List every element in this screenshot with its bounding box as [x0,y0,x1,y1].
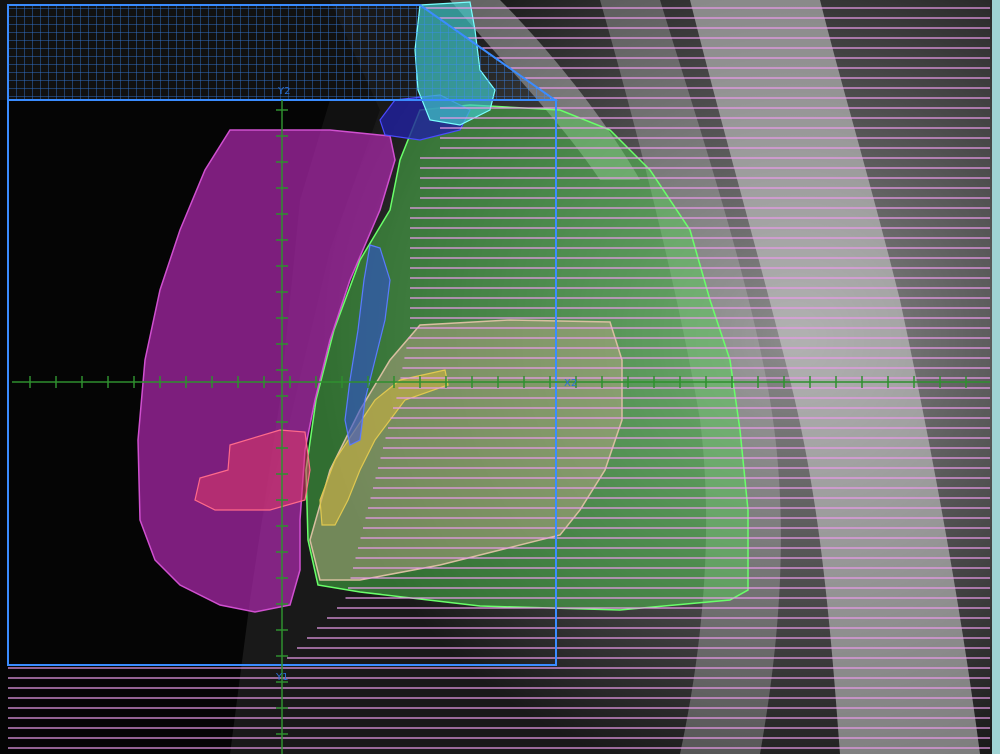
axis-tag-right: X2 [564,378,577,389]
beams-eye-view[interactable]: Y2 Y1 X2 [0,0,1000,754]
axis-tag-bottom: Y1 [275,672,288,683]
right-edge-strip [992,0,1000,754]
bev-canvas[interactable]: Y2 Y1 X2 [0,0,1000,754]
axis-tag-top: Y2 [277,86,290,97]
